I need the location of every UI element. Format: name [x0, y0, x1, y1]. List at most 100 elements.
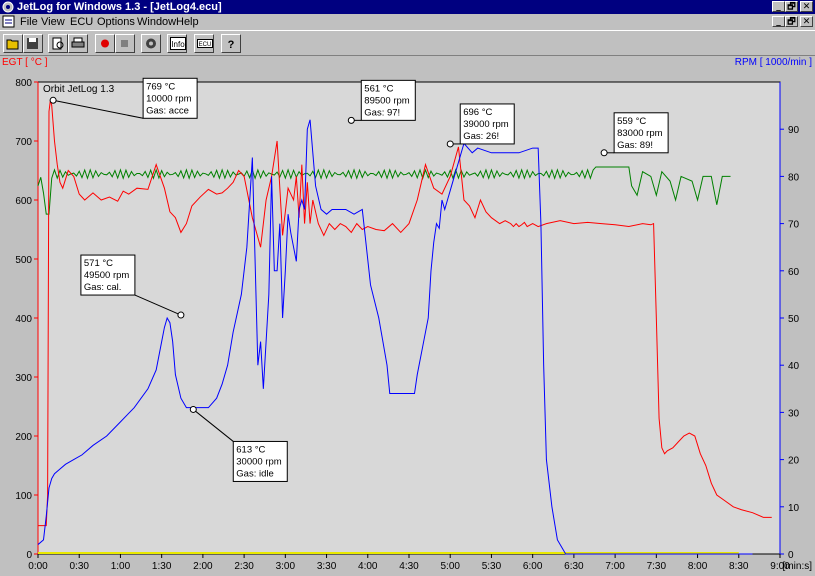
x-tick-label: 8:30	[729, 561, 749, 572]
doc-close-button[interactable]: ✕	[800, 16, 813, 27]
annotation-label: Gas: 89!	[617, 140, 653, 151]
help-button[interactable]: ?	[221, 34, 241, 53]
left-tick-label: 400	[15, 314, 32, 325]
menu-help[interactable]: Help	[176, 15, 199, 29]
menu-view[interactable]: View	[41, 15, 65, 29]
left-tick-label: 600	[15, 196, 32, 207]
left-axis-label: EGT [ °C ]	[2, 57, 48, 68]
annotation-label: 769 °C	[146, 81, 175, 92]
x-tick-label: 2:30	[234, 561, 254, 572]
stop-button[interactable]	[115, 34, 135, 53]
x-tick-label: 8:00	[688, 561, 708, 572]
annotation-label: Gas: acce	[146, 105, 189, 116]
print-preview-button[interactable]	[48, 34, 68, 53]
right-tick-label: 90	[788, 125, 800, 136]
ecu-button[interactable]: ECU	[194, 34, 214, 53]
egt-rpm-chart: EGT [ °C ] RPM [ 1000/min ]01002003004005…	[2, 57, 813, 572]
menu-ecu[interactable]: ECU	[70, 15, 93, 29]
document-icon	[2, 15, 15, 28]
x-tick-label: 6:00	[523, 561, 543, 572]
doc-minimize-button[interactable]: _	[772, 16, 785, 27]
right-tick-label: 40	[788, 361, 800, 372]
maximize-button[interactable]: 🗗	[785, 1, 798, 12]
annotation-label: Gas: 26!	[463, 131, 499, 142]
annotation-label: 613 °C	[236, 444, 265, 455]
menu-file[interactable]: File	[20, 15, 38, 29]
ecu-icon: ECU	[197, 39, 213, 48]
annotation-label: 30000 rpm	[236, 456, 282, 467]
info-button-label: Info	[171, 40, 185, 49]
annotation-label: 561 °C	[364, 83, 393, 94]
annotation-label: 83000 rpm	[617, 128, 663, 139]
annotation-marker	[49, 96, 57, 104]
record-button[interactable]	[95, 34, 115, 53]
right-tick-label: 30	[788, 408, 800, 419]
x-tick-label: 7:30	[647, 561, 667, 572]
print-icon	[71, 37, 85, 48]
annotation-label: Gas: idle	[236, 468, 274, 479]
annotation-label: 571 °C	[84, 258, 113, 269]
engine-button[interactable]	[141, 34, 161, 53]
chart-area: EGT [ °C ] RPM [ 1000/min ] 0 100 200 300 400 5…	[0, 56, 815, 576]
annotation-marker	[446, 140, 454, 148]
minimize-button[interactable]: _	[772, 1, 785, 12]
annotation-marker	[347, 116, 355, 124]
help-icon: ?	[228, 39, 235, 50]
right-tick-label: 20	[788, 456, 800, 467]
x-tick-label: 1:30	[152, 561, 172, 572]
menu-options[interactable]: Options	[97, 15, 135, 29]
x-tick-label: 2:00	[193, 561, 213, 572]
right-axis-label: RPM [ 1000/min ]	[735, 57, 812, 68]
print-button[interactable]	[68, 34, 88, 53]
right-tick-label: 50	[788, 314, 800, 325]
annotation-label: 49500 rpm	[84, 270, 130, 281]
x-tick-label: 7:00	[605, 561, 625, 572]
annotation-label: 10000 rpm	[146, 93, 192, 104]
x-tick-label: 6:30	[564, 561, 584, 572]
left-tick-label: 200	[15, 432, 32, 443]
right-tick-label: 0	[788, 550, 794, 561]
engine-icon	[146, 38, 156, 49]
close-button[interactable]: ✕	[800, 1, 813, 12]
annotation-label: 39000 rpm	[463, 119, 509, 130]
left-tick-label: 100	[15, 491, 32, 502]
x-tick-label: 3:30	[317, 561, 337, 572]
app-icon	[2, 1, 14, 13]
ecu-button-label: ECU	[199, 42, 212, 48]
chart-logo-label: Orbit JetLog 1.3	[43, 84, 115, 95]
left-tick-label: 0	[26, 550, 32, 561]
x-tick-label: 0:30	[69, 561, 89, 572]
annotation-label: Gas: cal.	[84, 282, 122, 293]
open-button[interactable]	[3, 34, 23, 53]
annotation-marker	[189, 405, 197, 413]
annotation-label: 696 °C	[463, 107, 492, 118]
save-button[interactable]	[23, 34, 43, 53]
annotation-label: 559 °C	[617, 116, 646, 127]
window-title: JetLog for Windows 1.3 - [JetLog4.ecu]	[17, 1, 222, 13]
menu-bar: File View ECU Options Window Help _ 🗗 ✕	[0, 14, 815, 29]
right-tick-label: 10	[788, 503, 800, 514]
stop-icon	[121, 40, 128, 47]
toolbar: Info ECU ?	[0, 30, 815, 56]
annotation-label: Gas: 97!	[364, 107, 400, 118]
save-disk-icon	[27, 38, 38, 49]
right-tick-label: 70	[788, 220, 800, 231]
x-tick-label: 3:00	[276, 561, 296, 572]
info-icon: Info	[170, 37, 186, 50]
menu-window[interactable]: Window	[137, 15, 176, 29]
open-folder-icon	[6, 39, 19, 50]
title-bar: JetLog for Windows 1.3 - [JetLog4.ecu] _…	[0, 0, 815, 14]
right-tick-label: 80	[788, 172, 800, 183]
x-unit-label: [min:s]	[783, 561, 813, 572]
plot-background	[37, 81, 781, 555]
annotation-marker	[600, 149, 608, 157]
left-tick-label: 300	[15, 373, 32, 384]
x-tick-label: 0:00	[28, 561, 48, 572]
info-button[interactable]: Info	[167, 34, 187, 53]
x-tick-label: 1:00	[111, 561, 131, 572]
left-tick-label: 500	[15, 255, 32, 266]
annotation-label: 89500 rpm	[364, 95, 410, 106]
x-tick-label: 4:00	[358, 561, 378, 572]
left-tick-label: 700	[15, 137, 32, 148]
doc-restore-button[interactable]: 🗗	[785, 16, 798, 27]
